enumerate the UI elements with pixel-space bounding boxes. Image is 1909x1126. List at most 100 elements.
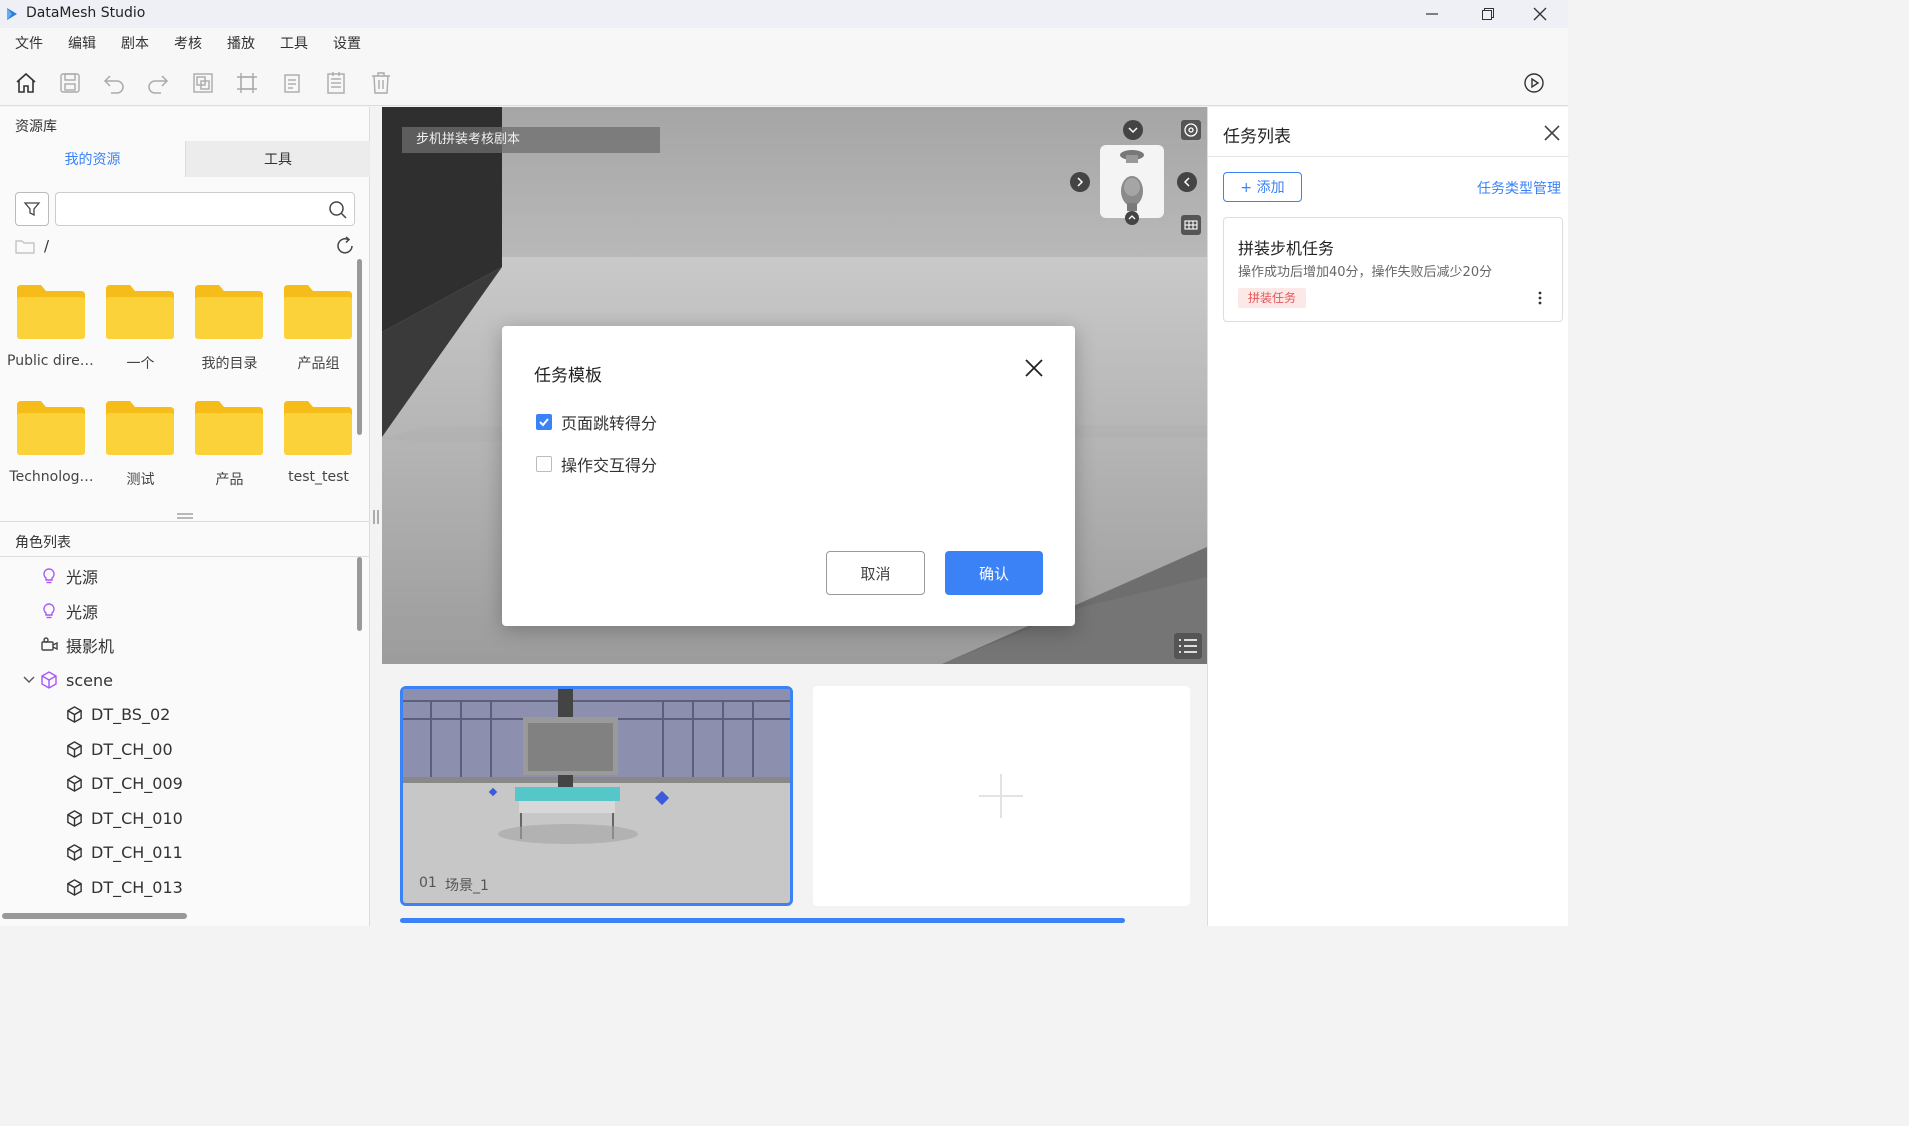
- cancel-button[interactable]: 取消: [826, 551, 925, 595]
- filter-button[interactable]: [15, 192, 49, 226]
- task-card[interactable]: 拼装步机任务 操作成功后增加40分，操作失败后减少20分 拼装任务: [1223, 217, 1563, 322]
- add-scene-button[interactable]: [813, 686, 1190, 906]
- model-icon: [67, 740, 82, 758]
- menu-edit[interactable]: 编辑: [68, 33, 96, 53]
- confirm-button[interactable]: 确认: [945, 551, 1043, 595]
- option-page-jump-score[interactable]: 页面跳转得分: [536, 409, 657, 435]
- role-label: scene: [66, 670, 113, 690]
- checkbox-unchecked[interactable]: [536, 456, 552, 472]
- option-label: 操作交互得分: [561, 456, 658, 475]
- task-list-title: 任务列表: [1223, 127, 1291, 147]
- scene-name: 场景_1: [445, 878, 489, 894]
- role-item[interactable]: 光源: [0, 559, 355, 593]
- undo-icon[interactable]: [100, 69, 128, 97]
- roles-scrollbar[interactable]: [357, 557, 362, 631]
- tab-tools[interactable]: 工具: [185, 141, 370, 177]
- folder-icon: [284, 401, 352, 455]
- role-label: DT_BS_02: [91, 704, 171, 724]
- folder-item[interactable]: 我的目录: [185, 275, 274, 385]
- orbit-down-button[interactable]: [1125, 211, 1139, 225]
- reset-view-icon[interactable]: [1181, 120, 1201, 140]
- menu-play[interactable]: 播放: [227, 33, 255, 53]
- left-panel: 资源库 我的资源 工具 / Public direc… 一个 我的目录 产品组 …: [0, 107, 370, 926]
- refresh-icon[interactable]: [334, 235, 356, 257]
- folder-path-icon: [15, 238, 35, 254]
- role-label: 摄影机: [66, 637, 115, 656]
- dialog-close-icon[interactable]: [1022, 356, 1046, 380]
- redo-icon[interactable]: [144, 69, 172, 97]
- copy-icon[interactable]: [278, 69, 306, 97]
- folder-name: Technolog…: [9, 469, 94, 485]
- add-task-button[interactable]: + 添加: [1223, 172, 1302, 202]
- close-window-button[interactable]: [1512, 0, 1568, 28]
- menu-tools[interactable]: 工具: [280, 33, 308, 53]
- more-options-icon[interactable]: [1536, 290, 1544, 306]
- role-item[interactable]: DT_BS_02: [0, 697, 355, 731]
- folder-item[interactable]: 产品组: [274, 275, 363, 385]
- option-label: 页面跳转得分: [561, 414, 658, 433]
- option-interaction-score[interactable]: 操作交互得分: [536, 451, 657, 477]
- role-label: DT_CH_011: [91, 842, 183, 862]
- title-bar: DataMesh Studio: [0, 0, 1568, 28]
- chevron-down-icon[interactable]: [22, 673, 36, 687]
- grid-view-icon[interactable]: [1181, 215, 1201, 235]
- group-icon[interactable]: [189, 69, 217, 97]
- scene-thumbnail-selected[interactable]: 01 场景_1: [400, 686, 793, 906]
- minimize-button[interactable]: [1404, 0, 1460, 28]
- menu-assessment[interactable]: 考核: [174, 33, 202, 53]
- align-icon[interactable]: [233, 69, 261, 97]
- role-item[interactable]: scene: [0, 663, 355, 697]
- model-icon: [67, 705, 82, 723]
- outline-list-icon[interactable]: [1174, 633, 1202, 659]
- role-item[interactable]: DT_CH_011: [0, 835, 355, 869]
- save-icon[interactable]: [56, 69, 84, 97]
- folder-item[interactable]: 一个: [96, 275, 185, 385]
- folder-icon: [106, 285, 174, 339]
- resources-title: 资源库: [15, 119, 57, 135]
- play-icon[interactable]: [1520, 69, 1548, 97]
- role-item[interactable]: 摄影机: [0, 628, 355, 662]
- scene-thumbnail-image: [403, 689, 790, 903]
- orbit-right-button[interactable]: [1177, 172, 1197, 192]
- task-type-manage-link[interactable]: 任务类型管理: [1477, 178, 1561, 198]
- task-panel-close-icon[interactable]: [1542, 123, 1562, 143]
- role-item[interactable]: 光源: [0, 594, 355, 628]
- list-icon[interactable]: [322, 69, 350, 97]
- model-icon: [67, 878, 82, 896]
- vertical-splitter[interactable]: [373, 510, 379, 524]
- folder-item[interactable]: 产品: [185, 391, 274, 501]
- role-item[interactable]: DT_CH_00: [0, 732, 355, 766]
- panel-splitter[interactable]: [0, 510, 370, 522]
- role-item[interactable]: DT_CH_009: [0, 766, 355, 800]
- delete-icon[interactable]: [367, 69, 395, 97]
- orbit-up-button[interactable]: [1123, 120, 1143, 140]
- menu-settings[interactable]: 设置: [333, 33, 361, 53]
- dialog-title: 任务模板: [534, 366, 602, 386]
- search-input[interactable]: [64, 193, 324, 225]
- tab-my-resources[interactable]: 我的资源: [0, 141, 185, 177]
- orbit-left-button[interactable]: [1070, 172, 1090, 192]
- scene-strip-scrollbar[interactable]: [400, 918, 1125, 923]
- folder-item[interactable]: test_test: [274, 391, 363, 501]
- menu-script[interactable]: 剧本: [121, 33, 149, 53]
- role-item[interactable]: DT_CH_010: [0, 801, 355, 835]
- roles-horizontal-scrollbar[interactable]: [2, 913, 187, 919]
- restore-button[interactable]: [1460, 0, 1516, 28]
- search-icon[interactable]: [328, 200, 348, 220]
- folder-name: 测试: [126, 472, 155, 488]
- model-icon: [67, 809, 82, 827]
- view-cube-head-icon[interactable]: [1100, 145, 1164, 218]
- role-label: 光源: [66, 603, 99, 622]
- folder-icon: [17, 401, 85, 455]
- role-item[interactable]: DT_CH_013: [0, 870, 355, 904]
- folder-item[interactable]: Technolog…: [7, 391, 96, 501]
- resources-scrollbar[interactable]: [357, 259, 362, 435]
- role-label: DT_CH_00: [91, 739, 173, 759]
- folder-item[interactable]: Public direc…: [7, 275, 96, 385]
- menu-file[interactable]: 文件: [15, 33, 43, 53]
- home-icon[interactable]: [12, 69, 40, 97]
- menu-bar: 文件 编辑 剧本 考核 播放 工具 设置: [0, 28, 1568, 58]
- checkbox-checked[interactable]: [536, 414, 552, 430]
- folder-item[interactable]: 测试: [96, 391, 185, 501]
- model-icon: [67, 774, 82, 792]
